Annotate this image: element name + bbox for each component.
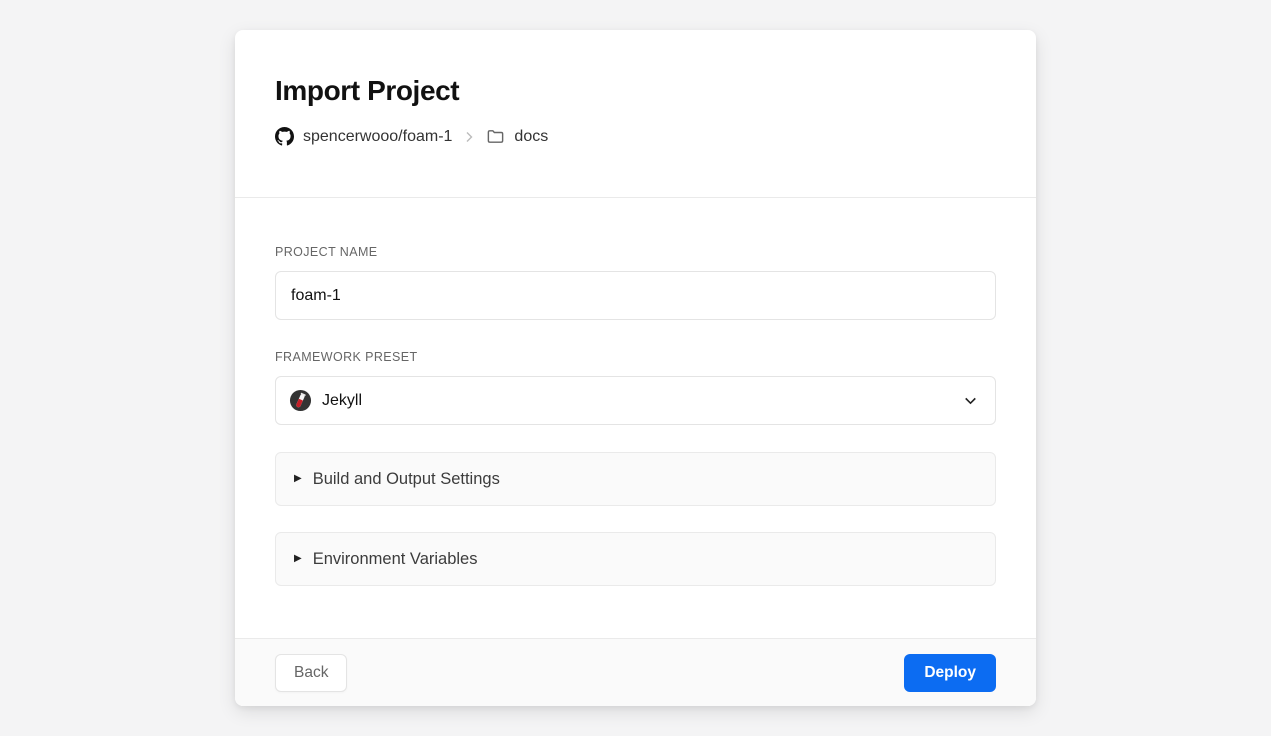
accordion-environment-variables[interactable]: ▶ Environment Variables: [275, 532, 996, 586]
triangle-right-icon: ▶: [294, 554, 302, 564]
deploy-button[interactable]: Deploy: [904, 654, 996, 692]
framework-preset-label: FRAMEWORK PRESET: [275, 350, 996, 364]
project-name-label: PROJECT NAME: [275, 245, 996, 259]
github-icon: [275, 127, 294, 146]
jekyll-icon: [289, 389, 312, 412]
page-title: Import Project: [275, 75, 996, 107]
breadcrumb: spencerwooo/foam-1 docs: [275, 127, 996, 146]
chevron-right-icon: [461, 129, 477, 145]
framework-select-value: Jekyll: [322, 392, 952, 410]
accordion-build-output-settings[interactable]: ▶ Build and Output Settings: [275, 452, 996, 506]
project-name-input[interactable]: [275, 271, 996, 320]
card-body: PROJECT NAME FRAMEWORK PRESET Jekyll: [235, 198, 1036, 638]
card-footer: Back Deploy: [235, 638, 1036, 706]
accordion-label: Build and Output Settings: [313, 470, 500, 489]
breadcrumb-repo: spencerwooo/foam-1: [303, 128, 452, 146]
accordion-label: Environment Variables: [313, 550, 478, 569]
back-button[interactable]: Back: [275, 654, 347, 692]
card-header: Import Project spencerwooo/foam-1 docs: [235, 30, 1036, 198]
breadcrumb-folder: docs: [514, 128, 548, 146]
framework-select[interactable]: Jekyll: [275, 376, 996, 425]
triangle-right-icon: ▶: [294, 474, 302, 484]
folder-icon: [486, 127, 505, 146]
chevron-down-icon: [962, 392, 979, 409]
import-project-card: Import Project spencerwooo/foam-1 docs: [235, 30, 1036, 706]
